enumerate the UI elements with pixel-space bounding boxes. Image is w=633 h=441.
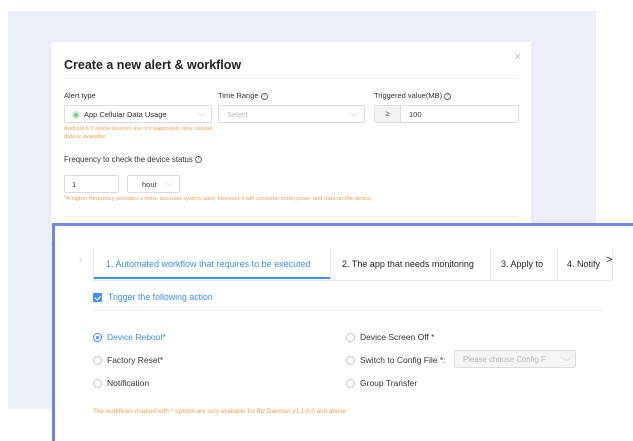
device-reboot-label: Device Reboot* (107, 332, 167, 342)
chevron-down-icon: ⌵ (349, 108, 360, 118)
alert-type-value: App Cellular Data Usage (84, 110, 167, 119)
tabs-prev-icon[interactable]: ‹ (79, 254, 83, 266)
config-file-placeholder: Please choose Config F (463, 355, 546, 364)
frequency-unit: hour (142, 180, 158, 189)
time-range-placeholder: Select (227, 110, 248, 119)
frequency-label: Frequency to check the device status? (64, 155, 202, 164)
notification-label: Notification (107, 378, 150, 388)
dialog-title: Create a new alert & workflow (64, 58, 242, 72)
triggered-value-label: Triggered value(MB)? (374, 91, 452, 100)
triggered-value-input[interactable]: ≥ 100 (374, 105, 519, 123)
create-alert-dialog: Create a new alert & workflow × Alert ty… (51, 42, 531, 242)
close-icon[interactable]: × (515, 51, 521, 63)
alert-type-select[interactable]: App Cellular Data Usage ⌵ (64, 105, 212, 123)
group-transfer-label: Group Transfer (360, 378, 418, 388)
app-data-icon (72, 111, 80, 120)
chevron-down-icon: ⌵ (561, 353, 572, 363)
radio-device-screen-off[interactable] (346, 333, 355, 342)
tab-automated-workflow[interactable]: 1. Automated workflow that requires to b… (94, 249, 330, 279)
frequency-value: 1 (72, 180, 77, 189)
trigger-divider (93, 310, 602, 311)
radio-group-transfer[interactable] (346, 379, 355, 388)
chevron-down-icon: ⌵ (164, 178, 175, 188)
time-range-label: Time Range? (218, 91, 268, 100)
help-icon: ? (260, 92, 268, 100)
tabs-next-icon[interactable]: > (606, 254, 612, 266)
workflow-panel: ‹ 1. Automated workflow that requires to… (52, 223, 633, 441)
radio-device-reboot[interactable] (93, 333, 102, 342)
trigger-label: Trigger the following action (108, 292, 213, 302)
operator-label: ≥ (375, 106, 401, 122)
tab-notify[interactable]: 4. Notify (557, 249, 609, 279)
device-screen-off-label: Device Screen Off * (360, 332, 435, 342)
switch-config-label: Switch to Config File *: (360, 355, 446, 365)
frequency-note: *A higher frequency provides a more accu… (64, 196, 374, 202)
triggered-value: 100 (409, 110, 422, 119)
radio-notification[interactable] (93, 379, 102, 388)
tab-app-monitoring[interactable]: 2. The app that needs monitoring (330, 249, 490, 279)
alert-type-note: Android 6.0 below devices are not suppor… (64, 126, 213, 140)
radio-switch-config[interactable] (346, 356, 355, 365)
factory-reset-label: Factory Reset* (107, 355, 164, 365)
time-range-select[interactable]: Select ⌵ (218, 105, 365, 123)
help-icon: ? (444, 92, 452, 100)
config-file-select[interactable]: Please choose Config F ⌵ (454, 350, 576, 368)
workflow-tabs: 1. Automated workflow that requires to b… (93, 249, 613, 281)
screen: Create a new alert & workflow × Alert ty… (0, 0, 633, 441)
help-icon: ? (194, 156, 202, 164)
frequency-input[interactable]: 1 (64, 175, 119, 193)
trigger-checkbox[interactable] (93, 293, 102, 302)
chevron-down-icon: ⌵ (196, 108, 207, 118)
workflow-footnote: The workflows marked with * symbol are o… (93, 408, 347, 415)
alert-type-label: Alert type (64, 91, 96, 100)
tab-apply-to[interactable]: 3. Apply to (490, 249, 557, 279)
radio-factory-reset[interactable] (93, 356, 102, 365)
section-divider (64, 216, 518, 217)
frequency-unit-select[interactable]: hour ⌵ (127, 175, 180, 193)
title-divider (64, 78, 518, 79)
